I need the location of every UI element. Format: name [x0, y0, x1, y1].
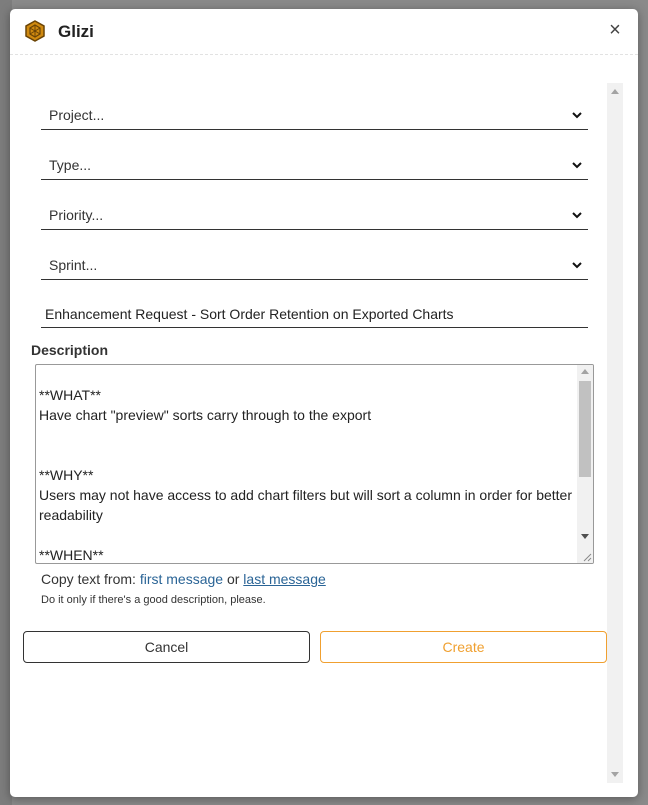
description-scrollbar[interactable]	[577, 365, 593, 563]
last-message-link[interactable]: last message	[243, 571, 325, 587]
chevron-down-icon	[572, 261, 582, 268]
description-label: Description	[31, 342, 109, 358]
create-button[interactable]: Create	[320, 631, 607, 663]
description-textarea[interactable]: **WHAT** Have chart "preview" sorts carr…	[35, 364, 594, 564]
priority-select[interactable]: Priority...	[41, 200, 588, 230]
project-select-value: Project...	[49, 106, 105, 123]
chevron-down-icon	[572, 161, 582, 168]
sprint-select[interactable]: Sprint...	[41, 250, 588, 280]
cancel-button[interactable]: Cancel	[23, 631, 310, 663]
scroll-up-icon[interactable]	[581, 369, 589, 374]
type-select[interactable]: Type...	[41, 150, 588, 180]
copy-text-line: Copy text from: first message or last me…	[41, 571, 326, 587]
copy-prefix: Copy text from:	[41, 571, 136, 587]
project-select[interactable]: Project...	[41, 100, 588, 130]
scroll-down-icon[interactable]	[581, 534, 589, 539]
create-issue-dialog: Glizi × Project... Type... Priority... S…	[10, 9, 638, 797]
scroll-thumb[interactable]	[579, 381, 591, 477]
dialog-title: Glizi	[58, 22, 94, 41]
dialog-body: Project... Type... Priority... Sprint...…	[10, 55, 638, 797]
chevron-down-icon	[572, 111, 582, 118]
priority-select-value: Priority...	[49, 206, 104, 223]
scroll-down-icon[interactable]	[611, 772, 619, 777]
hint-text: Do it only if there's a good description…	[41, 594, 266, 606]
description-text[interactable]: **WHAT** Have chart "preview" sorts carr…	[39, 365, 575, 563]
dialog-header: Glizi ×	[10, 9, 638, 55]
chevron-down-icon	[572, 211, 582, 218]
dialog-scrollbar[interactable]	[607, 83, 623, 783]
copy-or: or	[226, 571, 240, 587]
close-icon[interactable]: ×	[606, 20, 624, 40]
sprint-select-value: Sprint...	[49, 256, 98, 273]
first-message-link[interactable]: first message	[140, 571, 223, 587]
hexagon-logo-icon	[25, 20, 45, 42]
resize-grip-icon[interactable]	[582, 552, 592, 562]
scroll-up-icon[interactable]	[611, 89, 619, 94]
type-select-value: Type...	[49, 156, 92, 173]
title-input[interactable]	[41, 300, 588, 328]
